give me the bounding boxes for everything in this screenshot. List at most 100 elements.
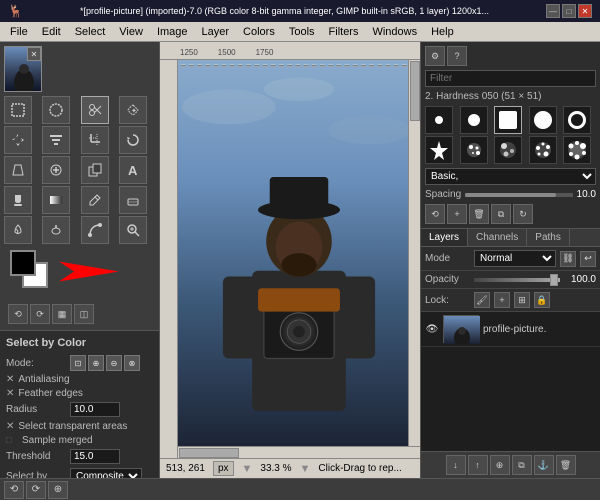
select-by-dropdown[interactable]: Composite Red Green Blue [70,468,142,478]
image-thumbnail[interactable]: ✕ [4,46,42,92]
menu-select[interactable]: Select [69,24,112,40]
tool-clone[interactable] [81,156,109,184]
vertical-scrollbar-thumb[interactable] [410,61,420,121]
tool-heal[interactable] [42,156,70,184]
undo-icon[interactable]: ⟲ [8,304,28,324]
lock-position-button[interactable]: + [494,292,510,308]
grid-icon[interactable]: ▦ [52,304,72,324]
menu-filters[interactable]: Filters [323,24,365,40]
minimize-button[interactable]: — [546,4,560,18]
tab-paths[interactable]: Paths [527,229,570,246]
antialiasing-checkbox-icon: ✕ [6,374,14,385]
horizontal-scrollbar[interactable] [178,446,420,458]
layer-add-button[interactable]: ⊕ [490,455,510,475]
brush-item-3[interactable] [494,106,522,134]
tool-text[interactable]: A [119,156,147,184]
tool-bucket-fill[interactable] [4,186,32,214]
brush-item-5[interactable] [563,106,591,134]
brush-item-6[interactable] [425,136,453,164]
menu-help[interactable]: Help [425,24,460,40]
layers-mode-dropdown[interactable]: Normal Multiply Screen [474,250,556,267]
bottom-undo-button[interactable]: ⟲ [4,481,24,499]
brush-item-8[interactable] [494,136,522,164]
unit-button[interactable]: px [213,461,234,476]
brush-item-1[interactable] [425,106,453,134]
brush-delete-icon[interactable]: 🗑 [469,204,489,224]
menu-colors[interactable]: Colors [237,24,281,40]
menu-view[interactable]: View [113,24,149,40]
brush-item-4[interactable] [529,106,557,134]
layers-lock-chain-icon[interactable]: ↩ [580,251,596,267]
foreground-color[interactable] [10,250,36,276]
tab-layers[interactable]: Layers [421,229,468,246]
brush-help-icon[interactable]: ? [447,46,467,66]
menu-windows[interactable]: Windows [366,24,423,40]
opacity-slider-thumb[interactable] [550,274,558,286]
tool-gradient[interactable] [42,186,70,214]
brush-item-10[interactable] [563,136,591,164]
tool-ellipse-select[interactable] [42,96,70,124]
brush-add-icon[interactable]: + [447,204,467,224]
brush-copy-icon[interactable]: ⧉ [491,204,511,224]
layer-duplicate-button[interactable]: ⧉ [512,455,532,475]
brush-item-7[interactable] [460,136,488,164]
view-icon[interactable]: ◫ [74,304,94,324]
bottom-zoom-button[interactable]: ⊕ [48,481,68,499]
vertical-scrollbar[interactable] [408,60,420,446]
tool-rect-select[interactable] [4,96,32,124]
tool-dodge-burn[interactable] [42,216,70,244]
menu-image[interactable]: Image [151,24,194,40]
layer-delete-button[interactable]: 🗑 [556,455,576,475]
brush-item-2[interactable] [460,106,488,134]
layer-visibility-icon[interactable]: 👁 [425,322,439,336]
mode-subtract[interactable]: ⊖ [106,355,122,371]
layers-chain-icon[interactable]: ⛓ [560,251,576,267]
tool-zoom[interactable] [119,216,147,244]
menu-edit[interactable]: Edit [36,24,67,40]
layer-anchor-button[interactable]: ⚓ [534,455,554,475]
close-thumbnail-button[interactable]: ✕ [27,47,41,61]
tool-smudge[interactable] [4,216,32,244]
layer-move-down-button[interactable]: ↓ [446,455,466,475]
mode-intersect[interactable]: ⊗ [124,355,140,371]
tool-path[interactable] [81,216,109,244]
bottom-redo-button[interactable]: ⟳ [26,481,46,499]
menu-file[interactable]: File [4,24,34,40]
menu-layer[interactable]: Layer [196,24,236,40]
tab-channels[interactable]: Channels [468,229,527,246]
canvas-content[interactable] [178,60,420,458]
brush-item-9[interactable] [529,136,557,164]
radius-input[interactable] [70,402,120,417]
mode-replace[interactable]: ⊡ [70,355,86,371]
tool-fuzzy-select[interactable]: ✦ [119,96,147,124]
brush-reset-icon[interactable]: ⟲ [425,204,445,224]
tool-move[interactable] [4,126,32,154]
threshold-input[interactable] [70,449,120,464]
tool-rotate[interactable] [119,126,147,154]
tool-align[interactable] [42,126,70,154]
mode-add[interactable]: ⊕ [88,355,104,371]
spacing-slider[interactable] [465,193,572,197]
canvas-image[interactable] [178,60,420,458]
brush-type-dropdown[interactable]: Basic, Fuzzy Softlight [425,168,596,185]
brush-filter-input[interactable] [425,70,596,87]
lock-all-button[interactable]: 🔒 [534,292,550,308]
opacity-slider[interactable] [474,278,560,282]
tool-perspective[interactable] [4,156,32,184]
redo-icon[interactable]: ⟳ [30,304,50,324]
tool-crop[interactable] [81,126,109,154]
brush-refresh-icon[interactable]: ↻ [513,204,533,224]
layer-row[interactable]: 👁 [421,312,600,347]
menu-tools[interactable]: Tools [283,24,321,40]
tool-eraser[interactable] [119,186,147,214]
tool-scissors[interactable] [81,96,109,124]
tool-pencil[interactable] [81,186,109,214]
sample-merged-checkbox: □ [6,435,18,446]
horizontal-scrollbar-thumb[interactable] [179,448,239,458]
layer-move-up-button[interactable]: ↑ [468,455,488,475]
close-button[interactable]: ✕ [578,4,592,18]
lock-pixels-button[interactable]: 🖌 [474,292,490,308]
lock-alpha-button[interactable]: ⊞ [514,292,530,308]
maximize-button[interactable]: □ [562,4,576,18]
brush-gear-icon[interactable]: ⚙ [425,46,445,66]
